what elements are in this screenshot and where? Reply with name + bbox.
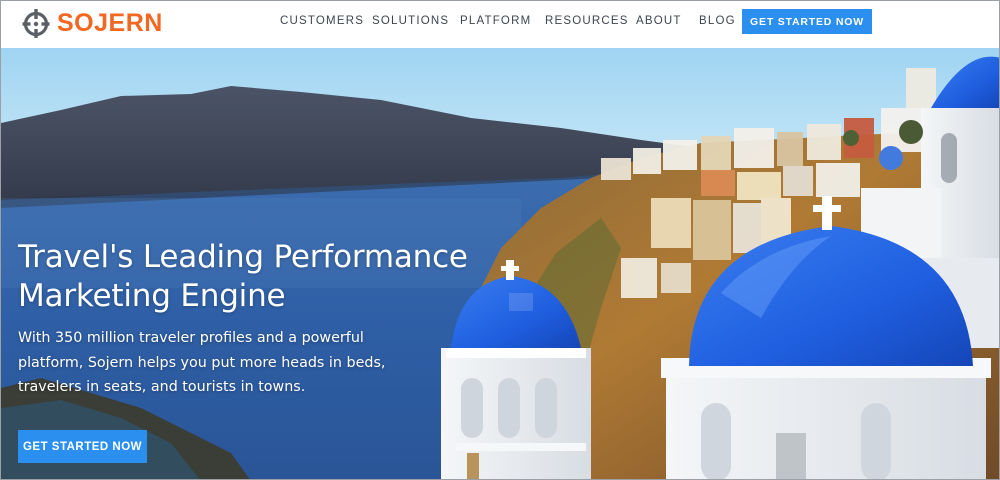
site-header: SOJERN CUSTOMERS SOLUTIONS PLATFORM RESO… bbox=[1, 1, 999, 48]
hero-subtitle-line-3: travelers in seats, and tourists in town… bbox=[18, 379, 306, 395]
sojern-logo[interactable]: SOJERN bbox=[21, 3, 163, 43]
hero-title-line-1: Travel's Leading Performance bbox=[18, 239, 468, 275]
nav-resources[interactable]: RESOURCES bbox=[545, 15, 629, 27]
hero-title: Travel's Leading Performance Marketing E… bbox=[18, 238, 578, 316]
compass-logo-icon bbox=[22, 9, 50, 38]
nav-platform[interactable]: PLATFORM bbox=[460, 15, 531, 27]
hero-section: Travel's Leading Performance Marketing E… bbox=[1, 48, 999, 479]
hero-subtitle: With 350 million traveler profiles and a… bbox=[18, 326, 578, 400]
hero-get-started-button[interactable]: GET STARTED NOW bbox=[18, 430, 147, 463]
nav-about[interactable]: ABOUT bbox=[636, 15, 682, 27]
nav-blog[interactable]: BLOG bbox=[699, 15, 736, 27]
logo-wordmark: SOJERN bbox=[57, 8, 163, 37]
page: SOJERN CUSTOMERS SOLUTIONS PLATFORM RESO… bbox=[0, 0, 1000, 480]
hero-subtitle-line-2: platform, Sojern helps you put more head… bbox=[18, 354, 386, 371]
hero-copy: Travel's Leading Performance Marketing E… bbox=[18, 238, 578, 400]
header-get-started-button[interactable]: GET STARTED NOW bbox=[742, 9, 872, 34]
hero-subtitle-line-1: With 350 million traveler profiles and a… bbox=[18, 330, 364, 346]
nav-solutions[interactable]: SOLUTIONS bbox=[372, 15, 449, 27]
nav-customers[interactable]: CUSTOMERS bbox=[280, 15, 364, 27]
hero-title-line-2: Marketing Engine bbox=[18, 278, 286, 314]
